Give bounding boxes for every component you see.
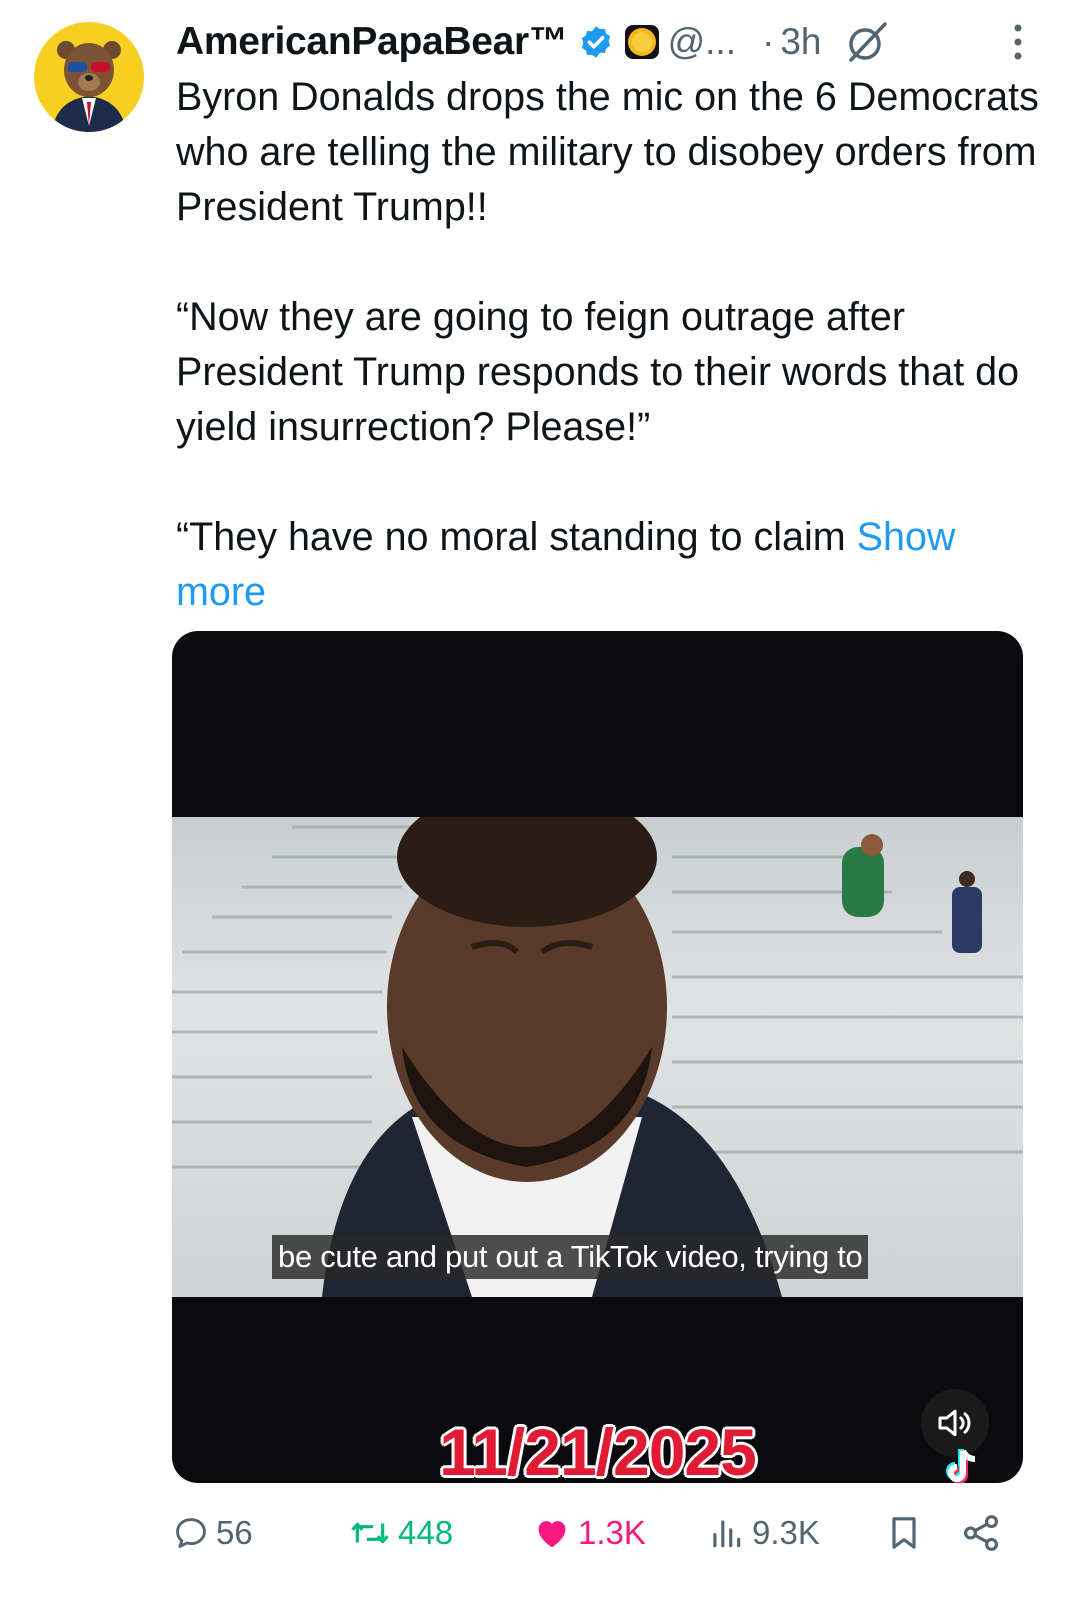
- tiktok-logo-icon: [939, 1447, 991, 1483]
- bookmark-icon: [884, 1512, 924, 1554]
- post-header: AmericanPapaBear™ @... · 3h: [176, 14, 1050, 70]
- share-icon: [960, 1512, 1002, 1554]
- reply-count: 56: [216, 1514, 253, 1551]
- views-chart-icon: [706, 1514, 746, 1552]
- bookmark-button[interactable]: [884, 1500, 924, 1566]
- time-separator: ·: [762, 21, 775, 62]
- like-button[interactable]: 1.3K: [532, 1500, 646, 1566]
- video-subtitle: be cute and put out a TikTok video, tryi…: [272, 1235, 869, 1279]
- author-name[interactable]: AmericanPapaBear™: [176, 20, 568, 64]
- reply-icon: [172, 1514, 210, 1552]
- action-bar: 56 448 1.3K 9.3K: [172, 1500, 1052, 1570]
- repost-count: 448: [398, 1514, 454, 1551]
- repost-button[interactable]: 448: [348, 1500, 453, 1566]
- like-heart-icon: [532, 1514, 572, 1552]
- post-text-fragment: “They have no moral standing to claim: [176, 515, 846, 559]
- post-timestamp[interactable]: 3h: [780, 21, 821, 63]
- views-count: 9.3K: [752, 1514, 820, 1551]
- share-button[interactable]: [960, 1500, 1002, 1566]
- verified-badge-icon: [578, 24, 614, 60]
- video-frame[interactable]: be cute and put out a TikTok video, tryi…: [172, 817, 1023, 1297]
- post-text-paragraph: “Now they are going to feign outrage aft…: [176, 295, 1020, 449]
- like-count: 1.3K: [578, 1514, 646, 1551]
- video-player[interactable]: be cute and put out a TikTok video, tryi…: [172, 631, 1023, 1483]
- reply-button[interactable]: 56: [172, 1500, 253, 1566]
- grok-icon[interactable]: [843, 18, 891, 66]
- post-text-paragraph: Byron Donalds drops the mic on the 6 Dem…: [176, 75, 1039, 229]
- author-avatar[interactable]: [34, 22, 144, 132]
- gold-coin-icon[interactable]: [624, 24, 660, 60]
- repost-icon: [348, 1514, 392, 1552]
- author-handle[interactable]: @...: [668, 21, 736, 63]
- more-vertical-icon[interactable]: [1008, 18, 1028, 66]
- post-body: Byron Donalds drops the mic on the 6 Dem…: [176, 70, 1056, 620]
- video-date-overlay: 11/21/2025: [439, 1415, 757, 1483]
- post-text-paragraph: “They have no moral standing to claim Sh…: [176, 510, 1056, 620]
- views-button[interactable]: 9.3K: [706, 1500, 820, 1566]
